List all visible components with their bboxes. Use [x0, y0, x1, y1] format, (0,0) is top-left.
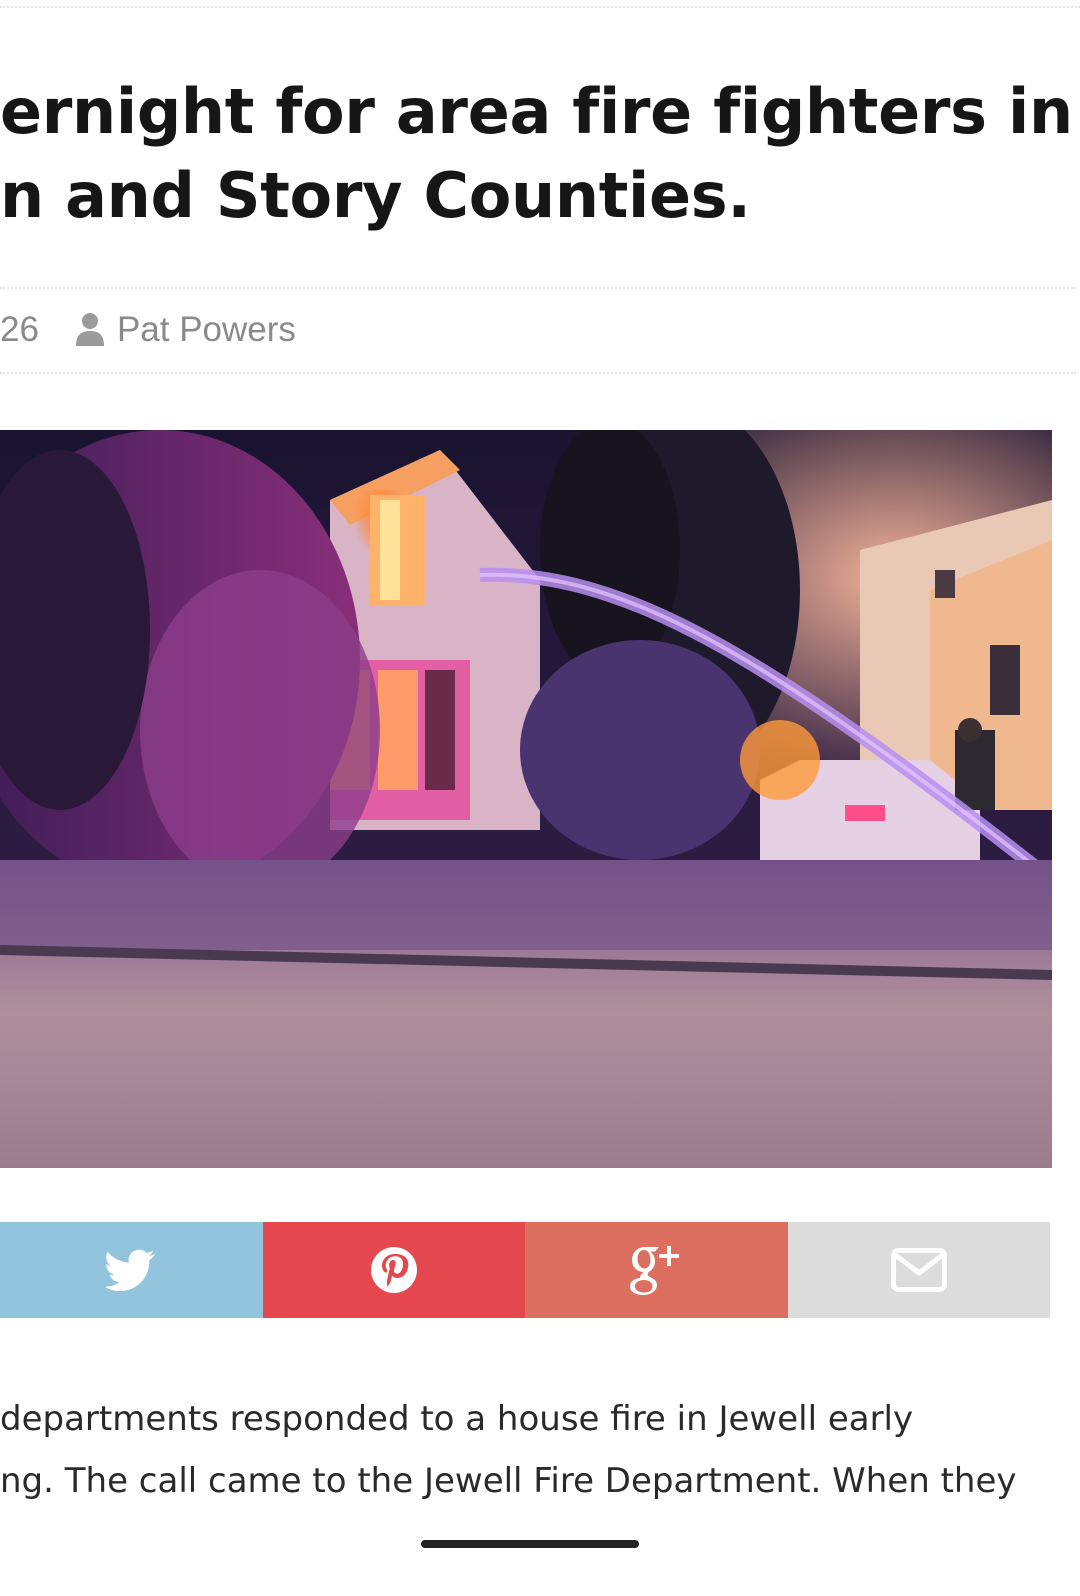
article-headline: ernight for area fire fighters in n and … [0, 70, 1080, 238]
user-icon [75, 312, 105, 348]
article-body: departments responded to a house fire in… [0, 1388, 1060, 1512]
body-line: departments responded to a house fire in… [0, 1399, 914, 1439]
pinterest-icon [370, 1246, 418, 1294]
article-hero-image [0, 430, 1052, 1168]
meta-divider-bottom [0, 372, 1076, 374]
headline-line: ernight for area fire fighters in [0, 75, 1073, 148]
twitter-icon [106, 1249, 156, 1291]
top-divider [0, 6, 1080, 8]
author-link[interactable]: Pat Powers [117, 310, 296, 350]
article-meta: 26 Pat Powers [0, 305, 1076, 355]
google-plus-icon [628, 1243, 684, 1297]
home-indicator[interactable] [421, 1540, 639, 1548]
share-twitter-button[interactable] [0, 1222, 263, 1318]
post-date: 26 [0, 310, 39, 349]
meta-divider-top [0, 287, 1076, 289]
headline-line: n and Story Counties. [0, 159, 751, 232]
social-share-bar [0, 1222, 1050, 1318]
share-email-button[interactable] [787, 1222, 1050, 1318]
envelope-icon [890, 1248, 947, 1292]
share-pinterest-button[interactable] [262, 1222, 525, 1318]
body-line: ng. The call came to the Jewell Fire Dep… [0, 1461, 1017, 1501]
share-google-plus-button[interactable] [525, 1222, 788, 1318]
